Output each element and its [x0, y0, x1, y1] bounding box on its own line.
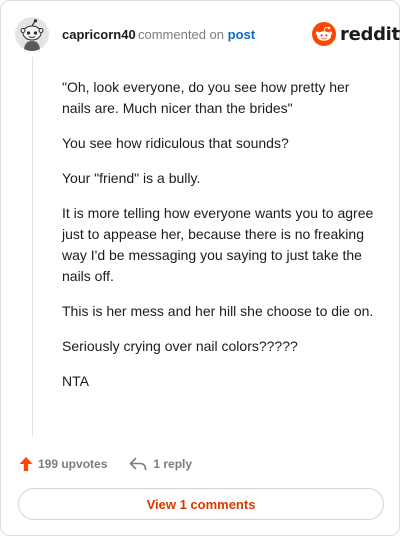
- comment-body: "Oh, look everyone, do you see how prett…: [62, 77, 382, 406]
- reply-arrow-icon: [130, 457, 147, 471]
- view-comments-button[interactable]: View 1 comments: [18, 488, 384, 520]
- reddit-wordmark: reddit: [340, 23, 400, 45]
- comment-paragraph: This is her mess and her hill she choose…: [62, 303, 374, 319]
- comment-paragraph: Seriously crying over nail colors?????: [62, 338, 298, 354]
- thread-line[interactable]: [32, 57, 33, 437]
- reddit-logo: reddit: [312, 22, 400, 46]
- upvote-arrow-icon: [19, 457, 33, 471]
- commented-on-text: commented on: [138, 27, 224, 42]
- snoo-avatar-icon: [15, 17, 49, 51]
- upvote-count: 199 upvotes: [38, 457, 108, 471]
- comment-meta: commented on post: [138, 27, 255, 42]
- upvote-button[interactable]: 199 upvotes: [19, 456, 107, 472]
- comment-paragraph: Your "friend" is a bully.: [62, 170, 201, 186]
- reply-count: 1 reply: [153, 457, 193, 471]
- avatar[interactable]: [15, 17, 49, 51]
- comment-paragraph: "Oh, look everyone, do you see how prett…: [62, 79, 350, 116]
- comment-actions: 199 upvotes 1 reply: [19, 454, 192, 474]
- post-link[interactable]: post: [228, 27, 255, 42]
- comment-card: capricorn40 commented on post reddit "Oh…: [0, 0, 400, 536]
- reply-button[interactable]: 1 reply: [129, 457, 192, 471]
- comment-paragraph: It is more telling how everyone wants yo…: [62, 205, 374, 284]
- comment-paragraph: NTA: [62, 373, 89, 389]
- comment-paragraph: You see how ridiculous that sounds?: [62, 135, 289, 151]
- username-link[interactable]: capricorn40: [62, 27, 136, 42]
- reddit-alien-icon: [312, 22, 336, 46]
